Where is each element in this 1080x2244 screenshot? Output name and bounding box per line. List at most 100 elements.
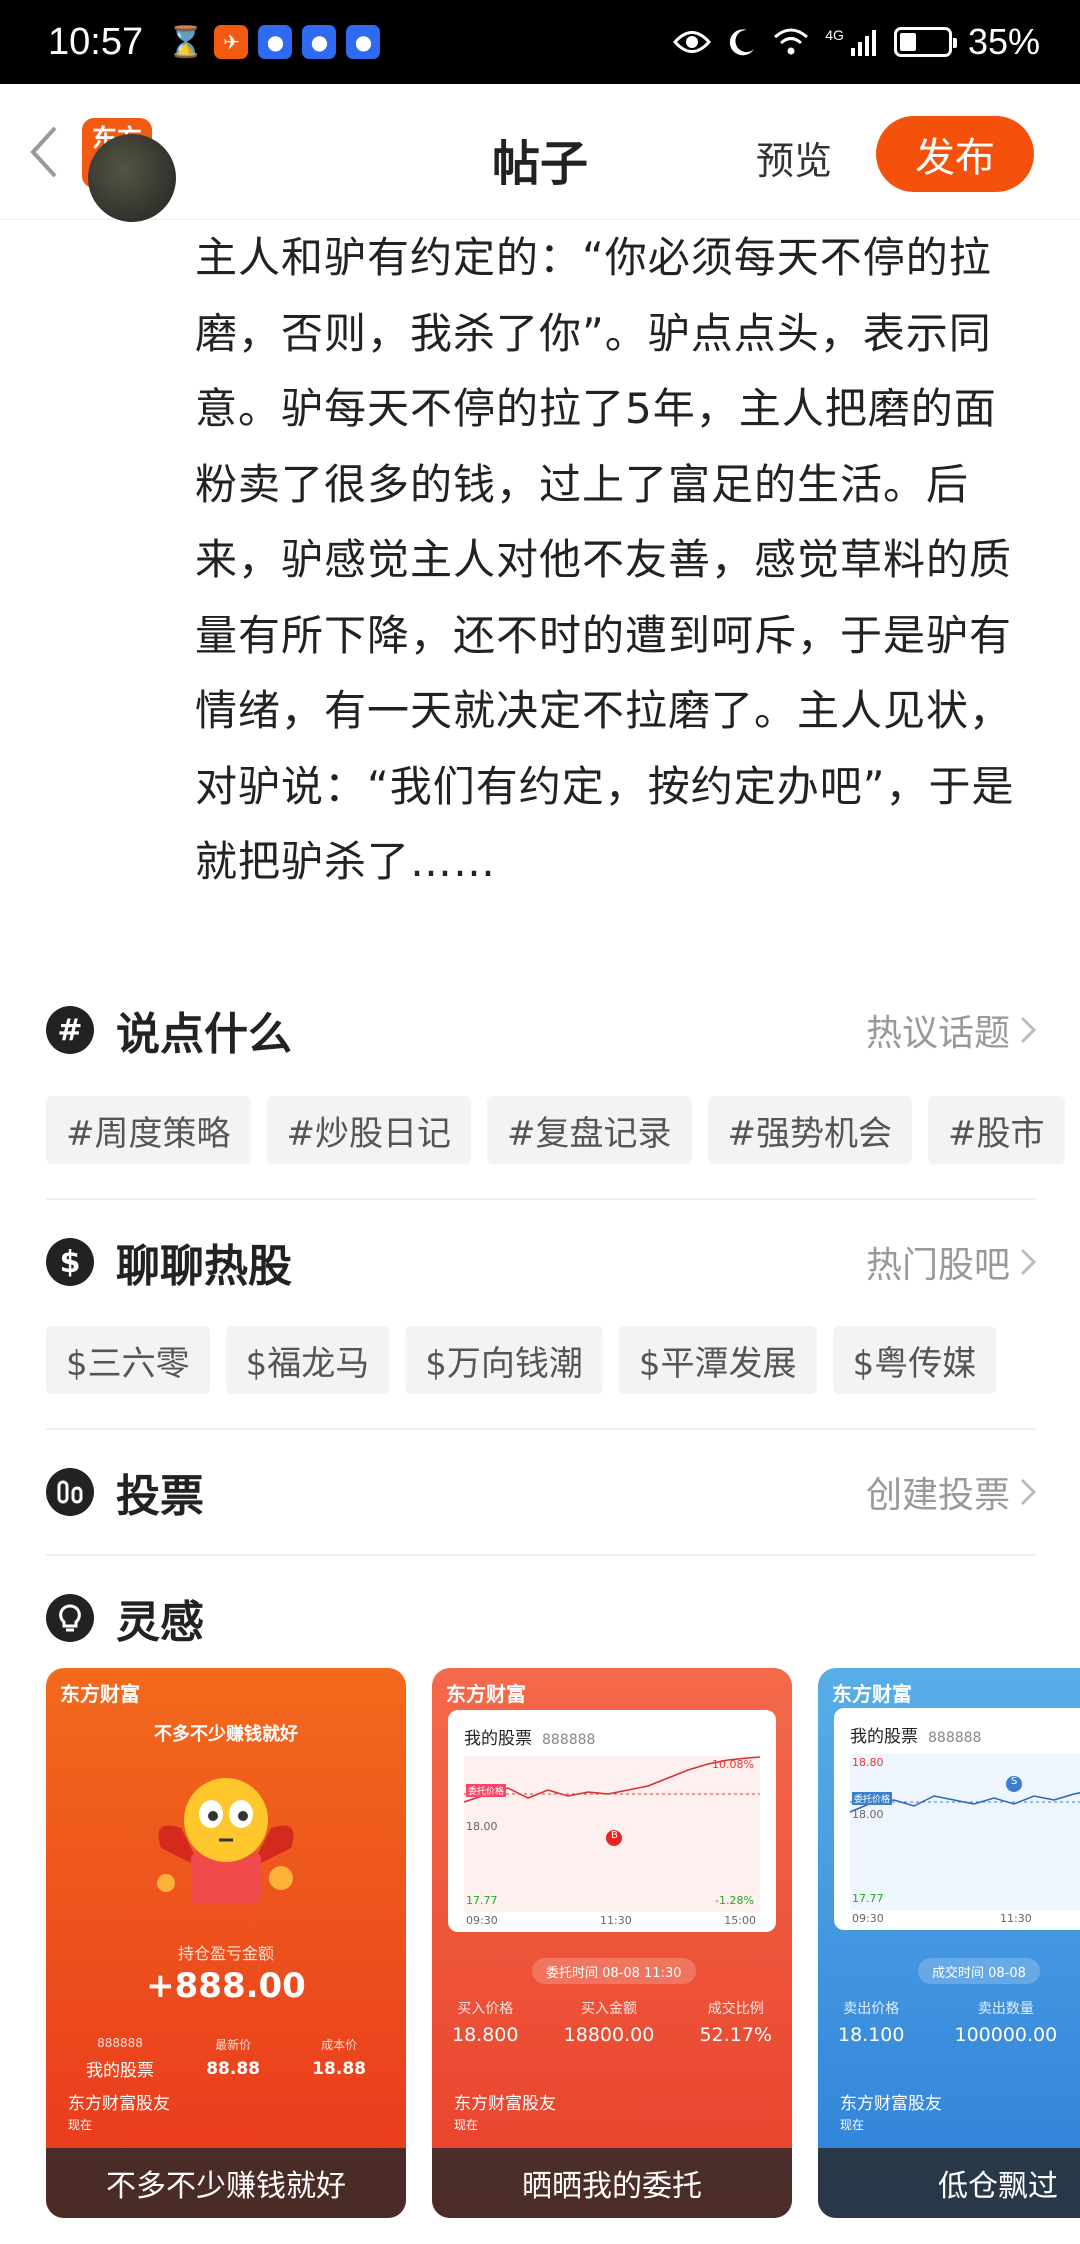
footer-user: 东方财富股友	[454, 2094, 556, 2114]
ratio-label: 成交比例	[707, 2001, 764, 2017]
vote-icon	[46, 1468, 94, 1516]
tick-x: 09:30	[852, 1912, 884, 1925]
footer-user: 东方财富股友	[68, 2094, 170, 2114]
cost-label: 成本价	[321, 2038, 358, 2052]
card-brand: 东方财富	[446, 1682, 526, 1706]
card-caption: 晒晒我的委托	[432, 2148, 792, 2218]
footer-time: 现在	[454, 2118, 479, 2132]
lightbulb-icon	[46, 1594, 94, 1642]
topic-chip[interactable]: #炒股日记	[266, 1096, 471, 1164]
tick-y: 18.00	[852, 1808, 884, 1821]
chevron-right-icon	[1020, 1478, 1036, 1506]
tick-y: 18.80	[852, 1756, 884, 1769]
buy-amount: 18800.00	[563, 2024, 655, 2046]
footer-time: 现在	[840, 2118, 865, 2132]
post-body: 主人和驴有约定的：“你必须每天不停的拉磨，否则，我杀了你”。驴点点头，表示同意。…	[195, 233, 1015, 886]
mascot-illustration	[141, 1758, 311, 1908]
stock-chip[interactable]: $平潭发展	[618, 1326, 817, 1394]
publish-button[interactable]: 发布	[876, 116, 1034, 192]
tick-y: 17.77	[852, 1892, 884, 1905]
notification-app-icon: ✈	[214, 25, 249, 59]
topics-title: 说点什么	[116, 1009, 292, 1060]
order-time: 成交时间 08-08	[918, 1958, 1040, 1984]
buy-price: 18.800	[452, 2024, 519, 2046]
latest-label: 最新价	[215, 2038, 252, 2052]
topic-chip[interactable]: #复盘记录	[487, 1096, 692, 1164]
stock-chip[interactable]: $粤传媒	[832, 1326, 997, 1394]
avatar	[88, 134, 176, 222]
divider	[46, 1428, 1036, 1430]
stock-chip[interactable]: $三六零	[46, 1326, 210, 1394]
chart-panel: 我的股票 888888 18.80 委托价格 18.00 S 17.77 09:3…	[834, 1708, 1080, 1930]
topic-chip[interactable]: #周度策略	[46, 1096, 251, 1164]
marker-s: S	[1011, 1776, 1018, 1787]
baidu-icon: ●	[258, 25, 293, 59]
buy-amount-label: 买入金额	[581, 2001, 637, 2017]
buy-price-label: 买入价格	[457, 2001, 514, 2017]
hourglass-icon: ⌛	[167, 24, 205, 60]
eye-icon	[673, 31, 712, 53]
divider	[46, 1198, 1036, 1200]
pl-label: 持仓盈亏金额	[177, 1944, 274, 1963]
back-button[interactable]	[22, 122, 66, 182]
inspiration-card[interactable]: 东方财富 不多不少赚钱就好 持仓盈亏金额 +888.00 888888 我的股票	[46, 1668, 406, 2218]
hot-stocks-link[interactable]: 热门股吧	[866, 1236, 1036, 1288]
card-footer: 东方财富股友 现在	[454, 2094, 556, 2136]
sell-qty: 100000.00	[954, 2024, 1058, 2046]
inspiration-section-header: 灵感	[46, 1588, 1036, 1648]
stock-chips: $三六零 $福龙马 $万向钱潮 $平潭发展 $粤传媒	[46, 1326, 1080, 1394]
latest-price: 88.88	[206, 2059, 260, 2079]
stock-name: 我的股票	[86, 2061, 154, 2081]
card-footer: 东方财富股友 现在	[68, 2094, 170, 2136]
hot-stocks-label: 热门股吧	[865, 1245, 1010, 1286]
preview-button[interactable]: 预览	[756, 130, 832, 185]
card-brand: 东方财富	[60, 1682, 140, 1706]
signal-icon	[850, 30, 876, 56]
tick-y: 18.00	[466, 1820, 498, 1833]
inspiration-title: 灵感	[116, 1597, 204, 1648]
chevron-right-icon	[1020, 1248, 1036, 1276]
create-vote-link[interactable]: 创建投票	[866, 1466, 1036, 1518]
tick-x: 11:30	[1000, 1912, 1032, 1925]
moon-icon	[730, 29, 755, 56]
dollar-icon: $	[46, 1238, 94, 1286]
order-stats: 卖出价格 18.100 卖出数量 100000.00	[838, 1998, 1080, 2046]
cost-price: 18.88	[312, 2059, 366, 2079]
chevron-left-icon	[30, 126, 57, 178]
topic-chip[interactable]: #股市	[928, 1096, 1065, 1164]
hot-topics-link[interactable]: 热议话题	[866, 1004, 1036, 1056]
card-footer: 东方财富股友 现在	[840, 2094, 942, 2136]
card-brand: 东方财富	[832, 1682, 912, 1706]
battery-percent: 35%	[967, 21, 1040, 62]
status-bar: 10:57 ⌛ ✈ ● ● ● 4G 35%	[0, 0, 1080, 84]
pct-low: -1.28%	[715, 1894, 754, 1907]
order-stats: 买入价格 18.800 买入金额 18800.00 成交比例 52.17%	[452, 1998, 772, 2046]
inspiration-card[interactable]: 东方财富 我的股票 888888 10.08% 委托价格 18.00 B 17.7…	[432, 1668, 792, 2218]
baidu-icon: ●	[346, 25, 381, 59]
network-type: 4G	[825, 27, 844, 43]
tick-x: 11:30	[600, 1914, 632, 1927]
vote-title: 投票	[116, 1471, 204, 1522]
stock-chip[interactable]: $万向钱潮	[405, 1326, 603, 1394]
marker-b: B	[611, 1830, 618, 1841]
stock-chip[interactable]: $福龙马	[225, 1326, 390, 1394]
ratio: 52.17%	[699, 2024, 772, 2046]
tag-label: 委托价格	[466, 1784, 507, 1797]
tick-x: 09:30	[466, 1914, 498, 1927]
sell-price-label: 卖出价格	[843, 2001, 900, 2017]
inspiration-card[interactable]: 东方财富 我的股票 888888 18.80 委托价格 18.00 S 17.77…	[818, 1668, 1080, 2218]
hot-topics-label: 热议话题	[865, 1013, 1010, 1054]
chevron-right-icon	[1020, 1016, 1036, 1044]
baidu-icon: ●	[302, 25, 337, 59]
topics-section-header: # 说点什么 热议话题	[46, 1000, 1036, 1060]
wifi-icon	[774, 28, 809, 55]
order-time: 委托时间 08-08 11:30	[532, 1958, 696, 1984]
battery-icon	[893, 27, 957, 57]
topic-chip[interactable]: #强势机会	[707, 1096, 912, 1164]
pct-high: 10.08%	[712, 1758, 754, 1771]
card-caption: 低仓飘过	[818, 2148, 1080, 2218]
hashtag-icon: #	[46, 1006, 94, 1054]
vote-section-header: 投票 创建投票	[46, 1462, 1036, 1522]
divider	[46, 1554, 1036, 1556]
chart-panel: 我的股票 888888 10.08% 委托价格 18.00 B 17.77 -1.…	[448, 1710, 776, 1932]
